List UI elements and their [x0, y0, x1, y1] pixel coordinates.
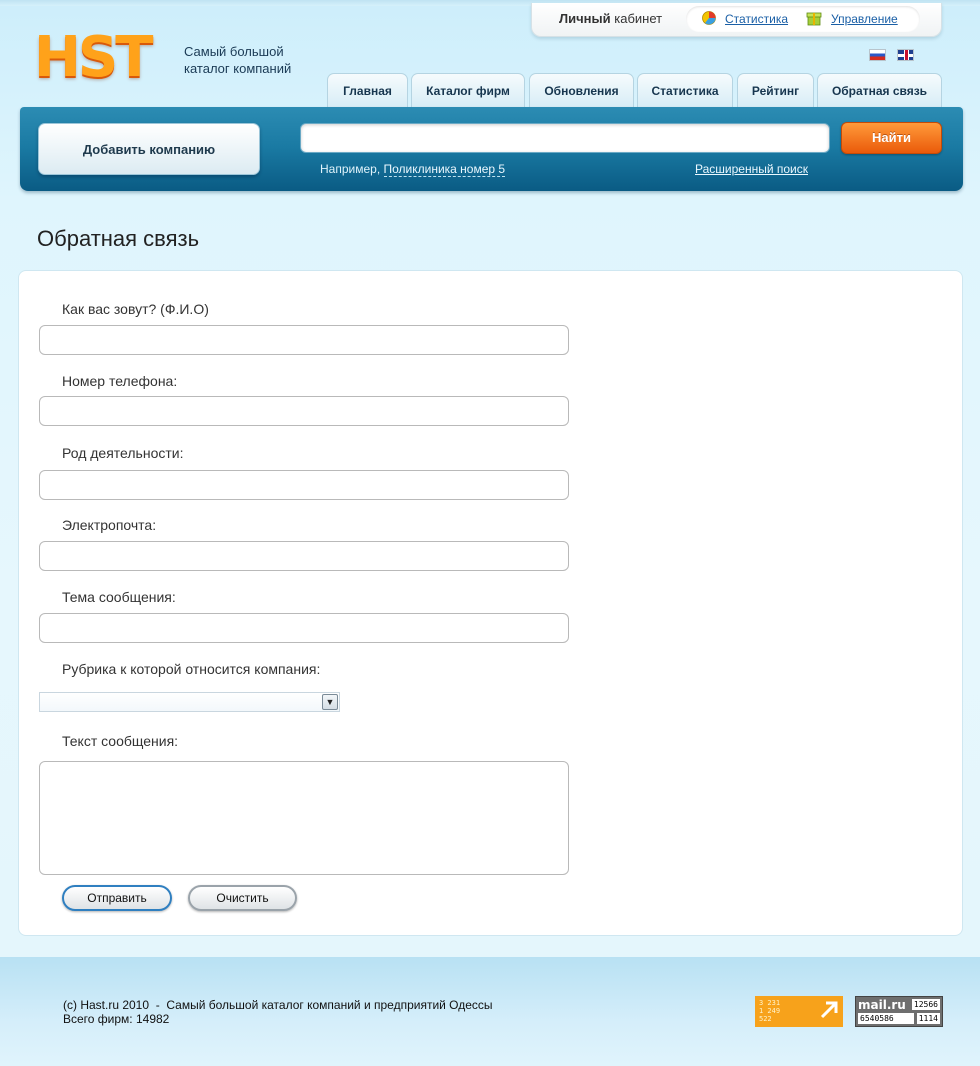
chevron-down-icon[interactable]: ▼ [322, 694, 338, 710]
counter-value-3: 522 [759, 1015, 772, 1023]
name-label: Как вас зовут? (Ф.И.О) [62, 301, 209, 317]
page-title: Обратная связь [37, 226, 200, 251]
name-field[interactable] [39, 325, 569, 355]
account-title: Личный кабинет [559, 11, 662, 26]
arrow-up-right-icon [820, 1001, 838, 1019]
subject-label: Тема сообщения: [62, 589, 176, 605]
rubric-label: Рубрика к которой относится компания: [62, 661, 321, 677]
message-label: Текст сообщения: [62, 733, 179, 749]
gift-box-icon [806, 12, 822, 26]
mailru-counter-value-2: 6540586 [858, 1013, 914, 1024]
visit-counter-badge[interactable]: 3 231 1 249 522 [755, 996, 843, 1027]
mailru-counter-badge[interactable]: mail.ru 12566 6540586 1114 [855, 996, 943, 1027]
add-company-button[interactable]: Добавить компанию [38, 123, 260, 175]
tab-feedback[interactable]: Обратная связь [817, 73, 942, 107]
tab-main[interactable]: Главная [327, 73, 408, 107]
account-title-bold: Личный [559, 11, 611, 26]
hst-logo[interactable]: HST [34, 30, 160, 86]
activity-field[interactable] [39, 470, 569, 500]
tab-updates[interactable]: Обновления [529, 73, 634, 107]
search-example-prefix: Например, [320, 162, 381, 176]
counter-value-1: 3 231 [759, 999, 781, 1007]
tab-statistics[interactable]: Статистика [637, 73, 733, 107]
tab-rating[interactable]: Рейтинг [737, 73, 814, 107]
clear-button[interactable]: Очистить [188, 885, 297, 911]
account-links: Статистика Управление [686, 6, 920, 32]
mailru-counter-value-3: 1114 [916, 1013, 940, 1024]
account-link-management[interactable]: Управление [831, 12, 898, 26]
mailru-counter-value-1: 12566 [911, 999, 940, 1010]
account-title-rest: кабинет [614, 11, 663, 26]
chart-pie-icon [702, 11, 716, 25]
phone-field[interactable] [39, 396, 569, 426]
account-link-statistics[interactable]: Статистика [725, 12, 788, 26]
search-input[interactable] [300, 123, 830, 153]
flag-en-icon[interactable] [897, 49, 914, 61]
search-example-link[interactable]: Поликлиника номер 5 [383, 162, 506, 177]
account-bar: Личный кабинет Статистика Управление [531, 3, 942, 37]
email-field[interactable] [39, 541, 569, 571]
search-button[interactable]: Найти [841, 122, 942, 154]
total-companies: Всего фирм: 14982 [63, 1012, 170, 1026]
flag-ru-icon[interactable] [869, 49, 886, 61]
activity-label: Род деятельности: [62, 445, 184, 461]
tagline-line-2: каталог компаний [184, 61, 292, 76]
tab-catalog[interactable]: Каталог фирм [411, 73, 525, 107]
advanced-search-link[interactable]: Расширенный поиск [695, 162, 808, 176]
footer-text: (c) Hast.ru 2010 - Самый большой каталог… [63, 998, 493, 1026]
visit-counter-values: 3 231 1 249 522 [759, 999, 780, 1023]
rubric-select[interactable]: ▼ [39, 692, 340, 712]
tagline-line-1: Самый большой [184, 44, 284, 59]
subject-field[interactable] [39, 613, 569, 643]
counter-value-2: 1 249 [759, 1007, 781, 1015]
email-label: Электропочта: [62, 517, 157, 533]
tagline: Самый большой каталог компаний [184, 43, 324, 77]
mailru-logo: mail.ru [858, 998, 906, 1012]
submit-button[interactable]: Отправить [62, 885, 172, 911]
phone-label: Номер телефона: [62, 373, 178, 389]
search-example: Например, Поликлиника номер 5 [320, 162, 506, 177]
message-textarea[interactable] [39, 761, 569, 875]
copyright-text: (c) Hast.ru 2010 - Самый большой каталог… [63, 998, 493, 1012]
